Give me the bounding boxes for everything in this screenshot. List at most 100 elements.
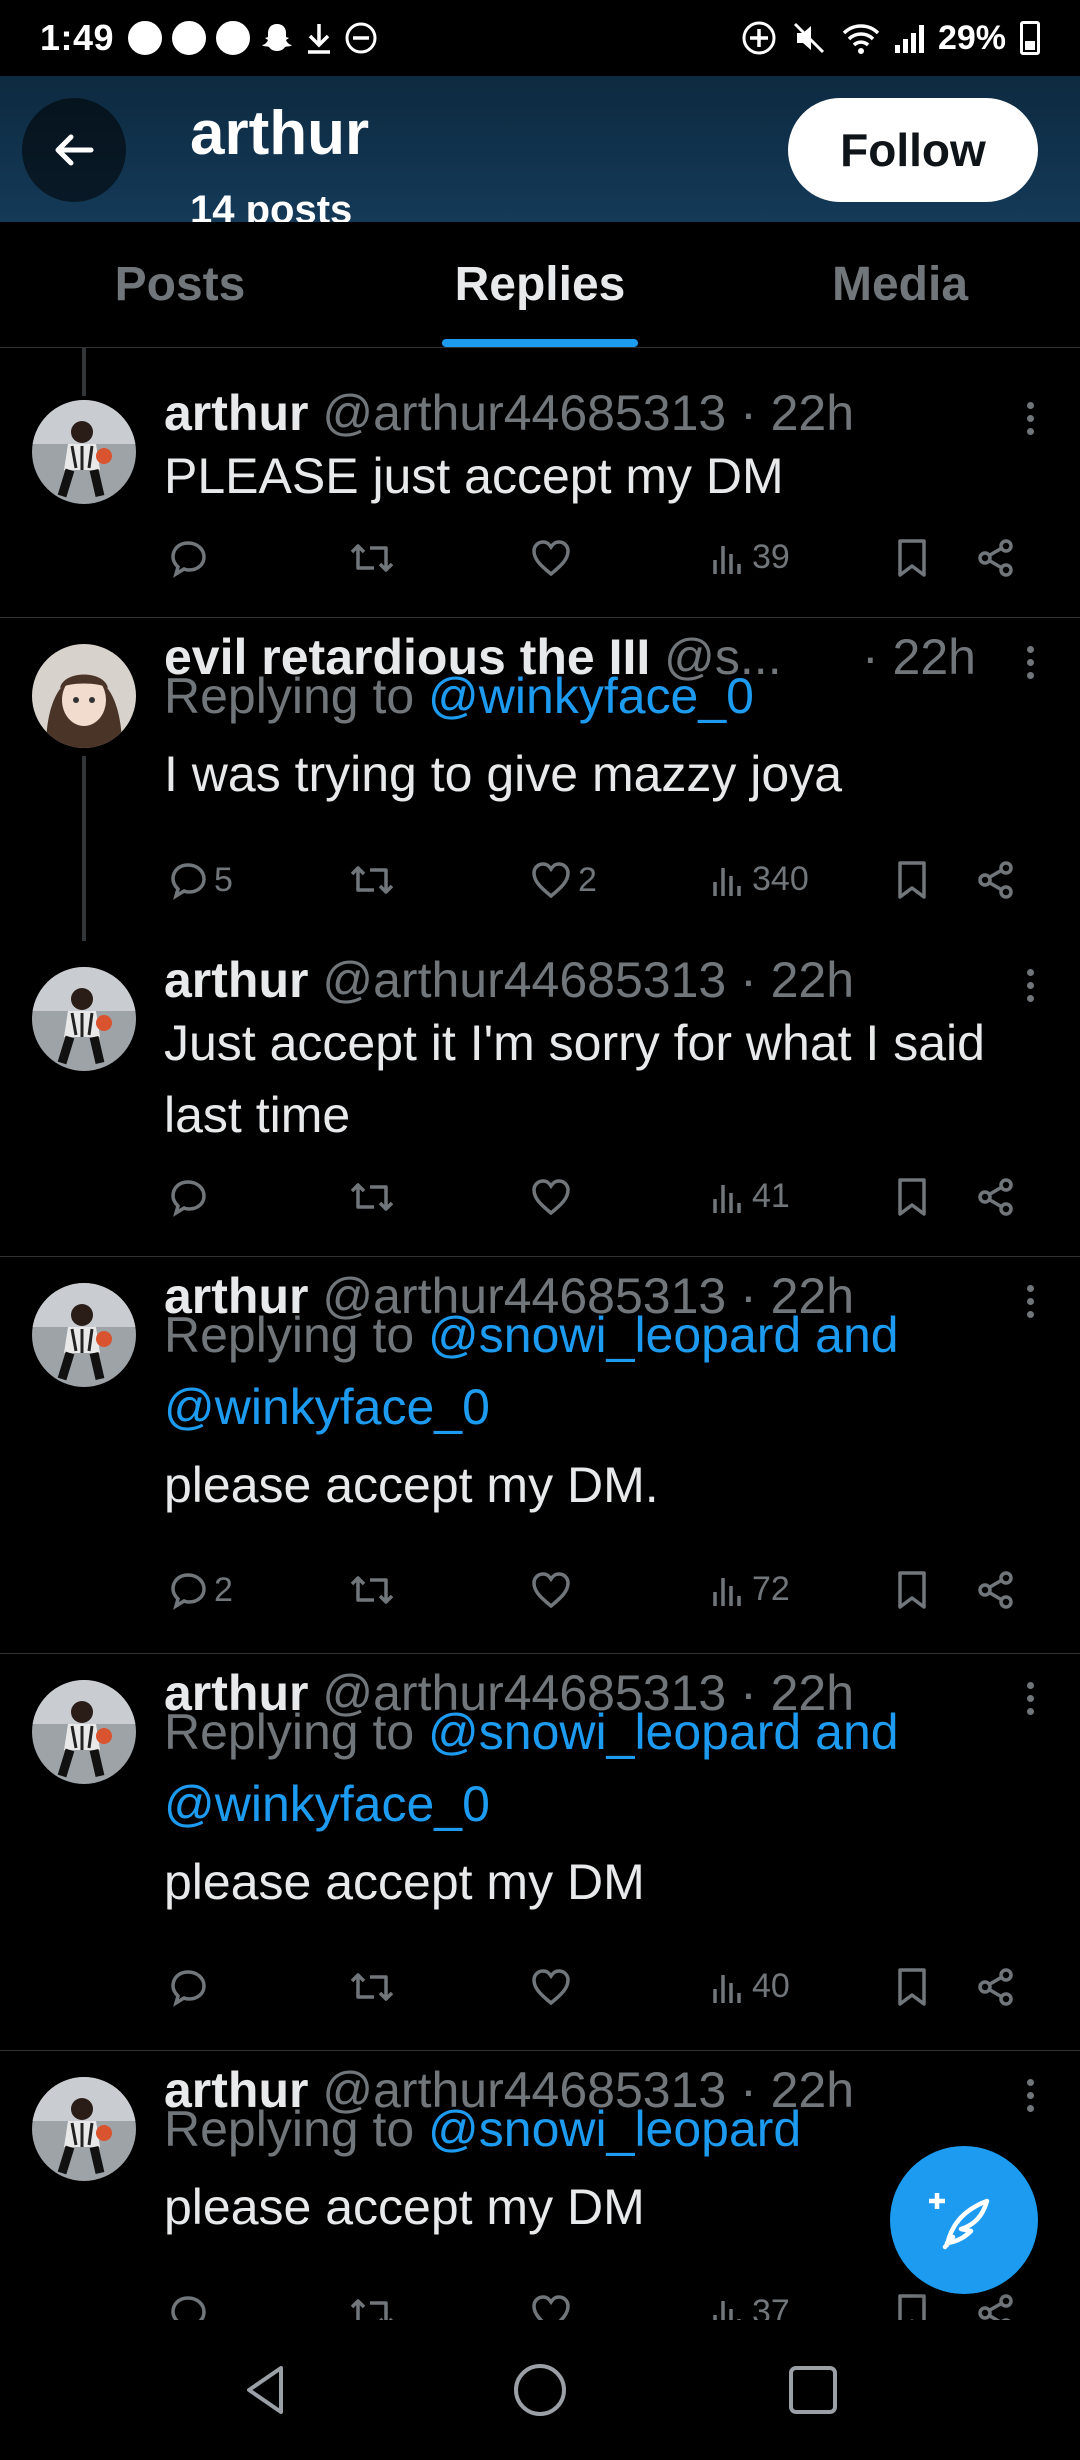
like-button[interactable] bbox=[530, 538, 578, 578]
mention-link[interactable]: @snowi_leopard bbox=[428, 2101, 801, 2157]
avatar[interactable] bbox=[32, 400, 136, 504]
share-icon bbox=[978, 2294, 1013, 2320]
tab-media[interactable]: Media bbox=[720, 222, 1080, 347]
messenger-icon bbox=[172, 21, 207, 55]
bookmark-button[interactable] bbox=[894, 538, 930, 578]
repost-button[interactable] bbox=[348, 1570, 396, 1610]
reply-button[interactable] bbox=[168, 1967, 214, 2007]
reply-icon bbox=[171, 2296, 206, 2320]
tweet[interactable]: arthur @arthur44685313 · 22h PLEASE just… bbox=[0, 348, 1080, 618]
author-name[interactable]: arthur bbox=[164, 952, 308, 1008]
reply-count: 2 bbox=[214, 1570, 233, 1609]
bookmark-button[interactable] bbox=[894, 1177, 930, 1217]
share-button[interactable] bbox=[976, 860, 1016, 900]
mute-icon bbox=[793, 22, 824, 54]
tweet-actions: 39 bbox=[164, 538, 1048, 588]
avatar[interactable] bbox=[32, 644, 136, 748]
bookmark-icon bbox=[898, 1571, 926, 1609]
views-icon bbox=[713, 1577, 741, 1606]
reply-icon bbox=[171, 1970, 206, 2007]
reply-button[interactable]: 2 bbox=[168, 1570, 233, 1610]
repost-button[interactable] bbox=[348, 538, 396, 578]
replying-to-label: Replying to bbox=[164, 1704, 429, 1760]
reply-button[interactable] bbox=[168, 2293, 214, 2320]
nav-back-icon[interactable] bbox=[237, 2360, 297, 2420]
share-button[interactable] bbox=[976, 538, 1016, 578]
messenger-icon bbox=[128, 21, 163, 55]
nav-home-icon[interactable] bbox=[510, 2360, 570, 2420]
like-button[interactable] bbox=[530, 1177, 578, 1217]
tweet[interactable]: evil retardious the III @s... · 22h Repl… bbox=[0, 618, 1080, 941]
view-count: 37 bbox=[752, 2293, 790, 2320]
reply-button[interactable] bbox=[168, 538, 214, 578]
tweet[interactable]: arthur @arthur44685313 · 22h Just accept… bbox=[0, 941, 1080, 1257]
view-count: 40 bbox=[752, 1967, 790, 2005]
like-button[interactable] bbox=[530, 1967, 578, 2007]
location-icon bbox=[742, 21, 776, 55]
views-button[interactable]: 39 bbox=[710, 538, 790, 577]
heart-icon bbox=[532, 1179, 570, 1216]
bookmark-button[interactable] bbox=[894, 860, 930, 900]
battery-percent: 29% bbox=[937, 18, 1006, 57]
profile-name: arthur bbox=[190, 99, 370, 168]
tweet-text: please accept my DM bbox=[164, 1854, 645, 1910]
bookmark-button[interactable] bbox=[894, 1967, 930, 2007]
views-button[interactable]: 37 bbox=[710, 2293, 790, 2320]
bookmark-icon bbox=[898, 1178, 926, 1216]
post-count: 14 posts bbox=[190, 188, 353, 222]
reply-count: 5 bbox=[214, 860, 233, 899]
like-button[interactable] bbox=[530, 1570, 578, 1610]
tweet[interactable]: arthur @arthur44685313 · 22h Replying to… bbox=[0, 1257, 1080, 1654]
tweet[interactable]: arthur @arthur44685313 · 22h Replying to… bbox=[0, 1654, 1080, 2051]
compose-post-icon bbox=[929, 2193, 990, 2250]
profile-header: arthur 14 posts Follow bbox=[0, 76, 1080, 222]
bookmark-button[interactable] bbox=[894, 2293, 930, 2320]
battery-icon bbox=[1020, 21, 1040, 55]
views-button[interactable]: 340 bbox=[710, 860, 809, 899]
bookmark-button[interactable] bbox=[894, 1570, 930, 1610]
nav-recents-icon[interactable] bbox=[783, 2360, 843, 2420]
like-button[interactable] bbox=[530, 2293, 578, 2320]
author-handle: @arthur44685313 · 22h bbox=[308, 385, 855, 441]
tab-posts[interactable]: Posts bbox=[0, 222, 360, 347]
avatar[interactable] bbox=[32, 967, 136, 1071]
mention-link[interactable]: @winkyface_0 bbox=[428, 668, 754, 724]
share-button[interactable] bbox=[976, 1967, 1016, 2007]
avatar[interactable] bbox=[32, 2077, 136, 2181]
status-bar: 1:49 29% bbox=[0, 0, 1080, 76]
more-options-icon[interactable] bbox=[1024, 969, 1036, 1002]
avatar[interactable] bbox=[32, 1680, 136, 1784]
follow-button[interactable]: Follow bbox=[788, 98, 1038, 202]
repost-icon bbox=[350, 1973, 394, 2001]
views-icon bbox=[713, 867, 741, 896]
views-button[interactable]: 40 bbox=[710, 1967, 790, 2006]
reply-button[interactable] bbox=[168, 1177, 214, 1217]
back-button[interactable] bbox=[22, 98, 126, 202]
share-button[interactable] bbox=[976, 2293, 1016, 2320]
views-button[interactable]: 72 bbox=[710, 1570, 790, 1609]
more-options-icon[interactable] bbox=[1024, 402, 1036, 435]
repost-icon bbox=[350, 2299, 393, 2320]
share-button[interactable] bbox=[976, 1570, 1016, 1610]
repost-button[interactable] bbox=[348, 860, 396, 900]
views-icon bbox=[713, 1974, 741, 2003]
repost-button[interactable] bbox=[348, 1177, 396, 1217]
download-icon bbox=[308, 24, 331, 54]
views-button[interactable]: 41 bbox=[710, 1177, 790, 1216]
avatar[interactable] bbox=[32, 1283, 136, 1387]
tweet-actions: 5 2 340 bbox=[164, 860, 1048, 910]
compose-post-button[interactable] bbox=[890, 2146, 1038, 2294]
reply-icon bbox=[171, 541, 206, 578]
heart-icon bbox=[532, 862, 570, 899]
author-name[interactable]: arthur bbox=[164, 385, 308, 441]
tab-replies[interactable]: Replies bbox=[360, 222, 720, 347]
status-time: 1:49 bbox=[40, 17, 115, 58]
repost-button[interactable] bbox=[348, 1967, 396, 2007]
like-button[interactable]: 2 bbox=[530, 860, 597, 900]
share-icon bbox=[978, 861, 1013, 899]
reply-button[interactable]: 5 bbox=[168, 860, 233, 900]
tweet-text: please accept my DM. bbox=[164, 1457, 659, 1513]
share-button[interactable] bbox=[976, 1177, 1016, 1217]
bookmark-icon bbox=[898, 2294, 926, 2320]
repost-button[interactable] bbox=[348, 2293, 396, 2320]
